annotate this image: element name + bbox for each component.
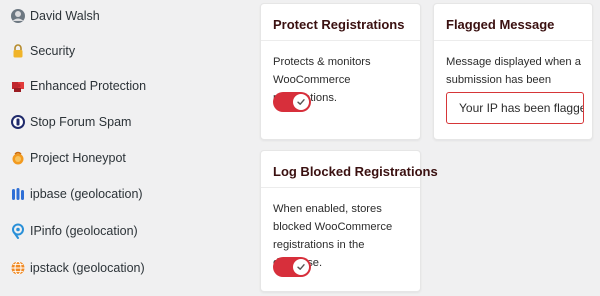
- puzzle-icon: [8, 76, 28, 96]
- card-divider: [261, 187, 420, 188]
- sidebar-item-label: Project Honeypot: [30, 151, 126, 165]
- check-icon: [293, 94, 309, 110]
- sidebar-item-enhanced-protection[interactable]: Enhanced Protection: [0, 72, 146, 100]
- log-blocked-registrations-toggle[interactable]: [273, 257, 311, 277]
- sidebar-item-security[interactable]: Security: [0, 37, 75, 65]
- card-title: Log Blocked Registrations: [273, 164, 438, 179]
- sidebar-item-david-walsh[interactable]: David Walsh: [0, 2, 100, 30]
- sidebar-item-ipbase[interactable]: ipbase (geolocation): [0, 180, 143, 208]
- sidebar-item-label: ipbase (geolocation): [30, 187, 143, 201]
- sidebar-item-label: Security: [30, 44, 76, 58]
- sidebar-item-label: ipstack (geolocation): [30, 261, 145, 275]
- globe-icon: [8, 258, 28, 278]
- sidebar-item-label: Enhanced Protection: [30, 79, 147, 93]
- card-title: Flagged Message: [446, 17, 555, 32]
- flagged-message-card: Flagged Message Message displayed when a…: [433, 3, 593, 140]
- honeypot-icon: [8, 148, 28, 168]
- location-pin-icon: [8, 221, 28, 241]
- sidebar-item-label: David Walsh: [30, 9, 100, 23]
- log-blocked-registrations-card: Log Blocked Registrations When enabled, …: [260, 150, 438, 292]
- protect-registrations-card: Protect Registrations Protects & monitor…: [260, 3, 421, 140]
- check-icon: [293, 259, 309, 275]
- card-title: Protect Registrations: [273, 17, 405, 32]
- stop-forum-spam-icon: [8, 112, 28, 132]
- sidebar-item-project-honeypot[interactable]: Project Honeypot: [0, 144, 126, 172]
- protect-registrations-toggle[interactable]: [273, 92, 311, 112]
- sidebar-item-label: IPinfo (geolocation): [30, 224, 138, 238]
- card-divider: [261, 40, 420, 41]
- flagged-message-input[interactable]: [447, 93, 583, 123]
- sidebar-item-stop-forum-spam[interactable]: Stop Forum Spam: [0, 108, 131, 136]
- profile-pic-icon: [8, 6, 28, 26]
- sidebar-item-ipinfo[interactable]: IPinfo (geolocation): [0, 217, 138, 245]
- sidebar-item-label: Stop Forum Spam: [30, 115, 132, 129]
- sidebar-item-ipstack[interactable]: ipstack (geolocation): [0, 254, 145, 282]
- card-divider: [434, 40, 592, 41]
- sidebar: David Walsh Security Enhanced Protection…: [0, 0, 240, 296]
- lock-icon: [8, 41, 28, 61]
- flagged-message-field[interactable]: [446, 92, 584, 124]
- bars-icon: [8, 184, 28, 204]
